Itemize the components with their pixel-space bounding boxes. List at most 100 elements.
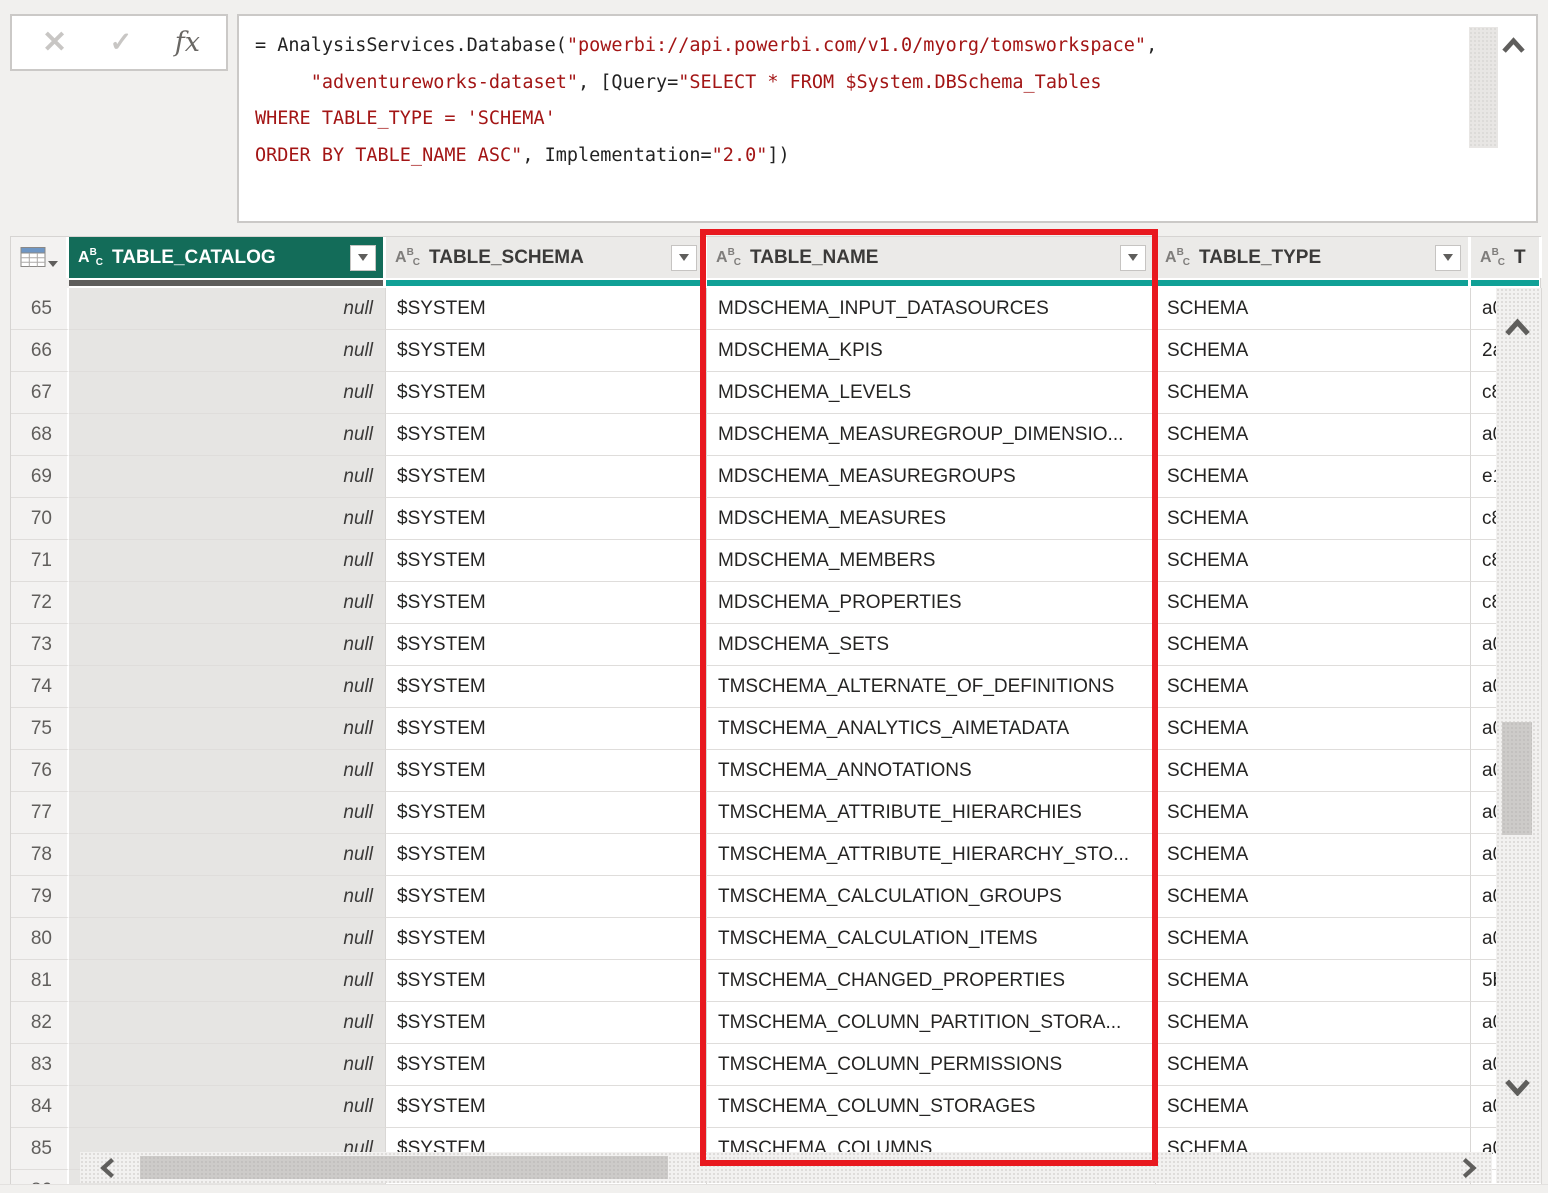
cell-schema[interactable]: $SYSTEM xyxy=(386,498,707,540)
cell-catalog[interactable]: null xyxy=(69,750,386,792)
cell-type[interactable]: SCHEMA xyxy=(1156,708,1471,750)
cell-type[interactable]: SCHEMA xyxy=(1156,666,1471,708)
formula-scrollbar-thumb[interactable] xyxy=(1469,27,1498,148)
cell-catalog[interactable]: null xyxy=(69,834,386,876)
filter-dropdown-button[interactable] xyxy=(1120,245,1146,271)
cell-name[interactable]: MDSCHEMA_MEMBERS xyxy=(707,540,1156,582)
filter-dropdown-button[interactable] xyxy=(671,245,697,271)
cell-schema[interactable]: $SYSTEM xyxy=(386,750,707,792)
cell-catalog[interactable]: null xyxy=(69,414,386,456)
cell-name[interactable]: TMSCHEMA_ANNOTATIONS xyxy=(707,750,1156,792)
cell-schema[interactable]: $SYSTEM xyxy=(386,708,707,750)
horizontal-scrollbar[interactable] xyxy=(80,1152,1492,1183)
cell-name[interactable]: MDSCHEMA_KPIS xyxy=(707,330,1156,372)
select-all-table-button[interactable] xyxy=(11,237,69,278)
cell-type[interactable]: SCHEMA xyxy=(1156,1086,1471,1128)
cell-type[interactable]: SCHEMA xyxy=(1156,372,1471,414)
scroll-up-chevron-icon[interactable] xyxy=(1504,318,1531,337)
cell-catalog[interactable]: null xyxy=(69,792,386,834)
vertical-scrollbar[interactable] xyxy=(1496,288,1541,1183)
cell-type[interactable]: SCHEMA xyxy=(1156,750,1471,792)
cell-type[interactable]: SCHEMA xyxy=(1156,1002,1471,1044)
cell-catalog[interactable]: null xyxy=(69,876,386,918)
cell-type[interactable]: SCHEMA xyxy=(1156,414,1471,456)
formula-input[interactable]: = AnalysisServices.Database("powerbi://a… xyxy=(237,14,1538,223)
column-header-table-name[interactable]: ABC TABLE_NAME xyxy=(707,237,1156,278)
cell-name[interactable]: TMSCHEMA_ATTRIBUTE_HIERARCHY_STO... xyxy=(707,834,1156,876)
cell-catalog[interactable]: null xyxy=(69,330,386,372)
filter-dropdown-button[interactable] xyxy=(350,245,376,271)
cell-type[interactable]: SCHEMA xyxy=(1156,540,1471,582)
cell-schema[interactable]: $SYSTEM xyxy=(386,288,707,330)
cell-name[interactable]: TMSCHEMA_COLUMN_PERMISSIONS xyxy=(707,1044,1156,1086)
column-header-table-guid-partial[interactable]: ABC T xyxy=(1471,237,1542,278)
cell-schema[interactable]: $SYSTEM xyxy=(386,792,707,834)
cell-type[interactable]: SCHEMA xyxy=(1156,792,1471,834)
cell-catalog[interactable]: null xyxy=(69,540,386,582)
scroll-down-chevron-icon[interactable] xyxy=(1504,1077,1531,1096)
cell-name[interactable]: MDSCHEMA_LEVELS xyxy=(707,372,1156,414)
cell-schema[interactable]: $SYSTEM xyxy=(386,456,707,498)
scroll-right-chevron-icon[interactable] xyxy=(1459,1157,1478,1179)
column-header-table-type[interactable]: ABC TABLE_TYPE xyxy=(1156,237,1471,278)
cell-name[interactable]: TMSCHEMA_CALCULATION_ITEMS xyxy=(707,918,1156,960)
filter-dropdown-button[interactable] xyxy=(1435,245,1461,271)
cell-name[interactable]: MDSCHEMA_SETS xyxy=(707,624,1156,666)
cell-catalog[interactable]: null xyxy=(69,666,386,708)
cell-name[interactable]: TMSCHEMA_CHANGED_PROPERTIES xyxy=(707,960,1156,1002)
cell-type[interactable]: SCHEMA xyxy=(1156,498,1471,540)
cell-catalog[interactable]: null xyxy=(69,918,386,960)
cell-schema[interactable]: $SYSTEM xyxy=(386,876,707,918)
cell-schema[interactable]: $SYSTEM xyxy=(386,540,707,582)
cell-schema[interactable]: $SYSTEM xyxy=(386,666,707,708)
cell-catalog[interactable]: null xyxy=(69,498,386,540)
cell-catalog[interactable]: null xyxy=(69,624,386,666)
cell-type[interactable]: SCHEMA xyxy=(1156,1044,1471,1086)
cell-schema[interactable]: $SYSTEM xyxy=(386,624,707,666)
cell-catalog[interactable]: null xyxy=(69,960,386,1002)
cell-schema[interactable]: $SYSTEM xyxy=(386,582,707,624)
cell-catalog[interactable]: null xyxy=(69,1044,386,1086)
cell-catalog[interactable]: null xyxy=(69,1002,386,1044)
cell-schema[interactable]: $SYSTEM xyxy=(386,330,707,372)
cell-schema[interactable]: $SYSTEM xyxy=(386,918,707,960)
scroll-left-chevron-icon[interactable] xyxy=(98,1157,117,1179)
cancel-icon[interactable]: ✕ xyxy=(42,28,67,58)
cell-type[interactable]: SCHEMA xyxy=(1156,288,1471,330)
cell-catalog[interactable]: null xyxy=(69,372,386,414)
cell-name[interactable]: MDSCHEMA_PROPERTIES xyxy=(707,582,1156,624)
cell-name[interactable]: MDSCHEMA_INPUT_DATASOURCES xyxy=(707,288,1156,330)
vertical-scrollbar-thumb[interactable] xyxy=(1502,722,1532,835)
cell-type[interactable]: SCHEMA xyxy=(1156,330,1471,372)
horizontal-scrollbar-thumb[interactable] xyxy=(140,1156,668,1179)
cell-name[interactable]: TMSCHEMA_ANALYTICS_AIMETADATA xyxy=(707,708,1156,750)
cell-schema[interactable]: $SYSTEM xyxy=(386,960,707,1002)
cell-schema[interactable]: $SYSTEM xyxy=(386,1086,707,1128)
column-header-table-schema[interactable]: ABC TABLE_SCHEMA xyxy=(386,237,707,278)
cell-type[interactable]: SCHEMA xyxy=(1156,834,1471,876)
cell-type[interactable]: SCHEMA xyxy=(1156,582,1471,624)
confirm-icon[interactable]: ✓ xyxy=(110,29,133,56)
cell-name[interactable]: MDSCHEMA_MEASUREGROUPS xyxy=(707,456,1156,498)
cell-name[interactable]: TMSCHEMA_ALTERNATE_OF_DEFINITIONS xyxy=(707,666,1156,708)
fx-add-step-icon[interactable]: fx xyxy=(175,29,200,56)
cell-type[interactable]: SCHEMA xyxy=(1156,960,1471,1002)
cell-catalog[interactable]: null xyxy=(69,288,386,330)
column-header-table-catalog[interactable]: ABC TABLE_CATALOG xyxy=(69,237,386,278)
cell-schema[interactable]: $SYSTEM xyxy=(386,1002,707,1044)
cell-catalog[interactable]: null xyxy=(69,456,386,498)
cell-schema[interactable]: $SYSTEM xyxy=(386,372,707,414)
cell-type[interactable]: SCHEMA xyxy=(1156,624,1471,666)
cell-schema[interactable]: $SYSTEM xyxy=(386,834,707,876)
cell-name[interactable]: TMSCHEMA_ATTRIBUTE_HIERARCHIES xyxy=(707,792,1156,834)
cell-catalog[interactable]: null xyxy=(69,1086,386,1128)
cell-type[interactable]: SCHEMA xyxy=(1156,918,1471,960)
cell-name[interactable]: TMSCHEMA_CALCULATION_GROUPS xyxy=(707,876,1156,918)
cell-name[interactable]: MDSCHEMA_MEASUREGROUP_DIMENSIO... xyxy=(707,414,1156,456)
cell-schema[interactable]: $SYSTEM xyxy=(386,1044,707,1086)
formula-collapse-chevron-icon[interactable] xyxy=(1501,37,1526,54)
cell-type[interactable]: SCHEMA xyxy=(1156,456,1471,498)
cell-name[interactable]: TMSCHEMA_COLUMN_STORAGES xyxy=(707,1086,1156,1128)
cell-schema[interactable]: $SYSTEM xyxy=(386,414,707,456)
cell-name[interactable]: MDSCHEMA_MEASURES xyxy=(707,498,1156,540)
